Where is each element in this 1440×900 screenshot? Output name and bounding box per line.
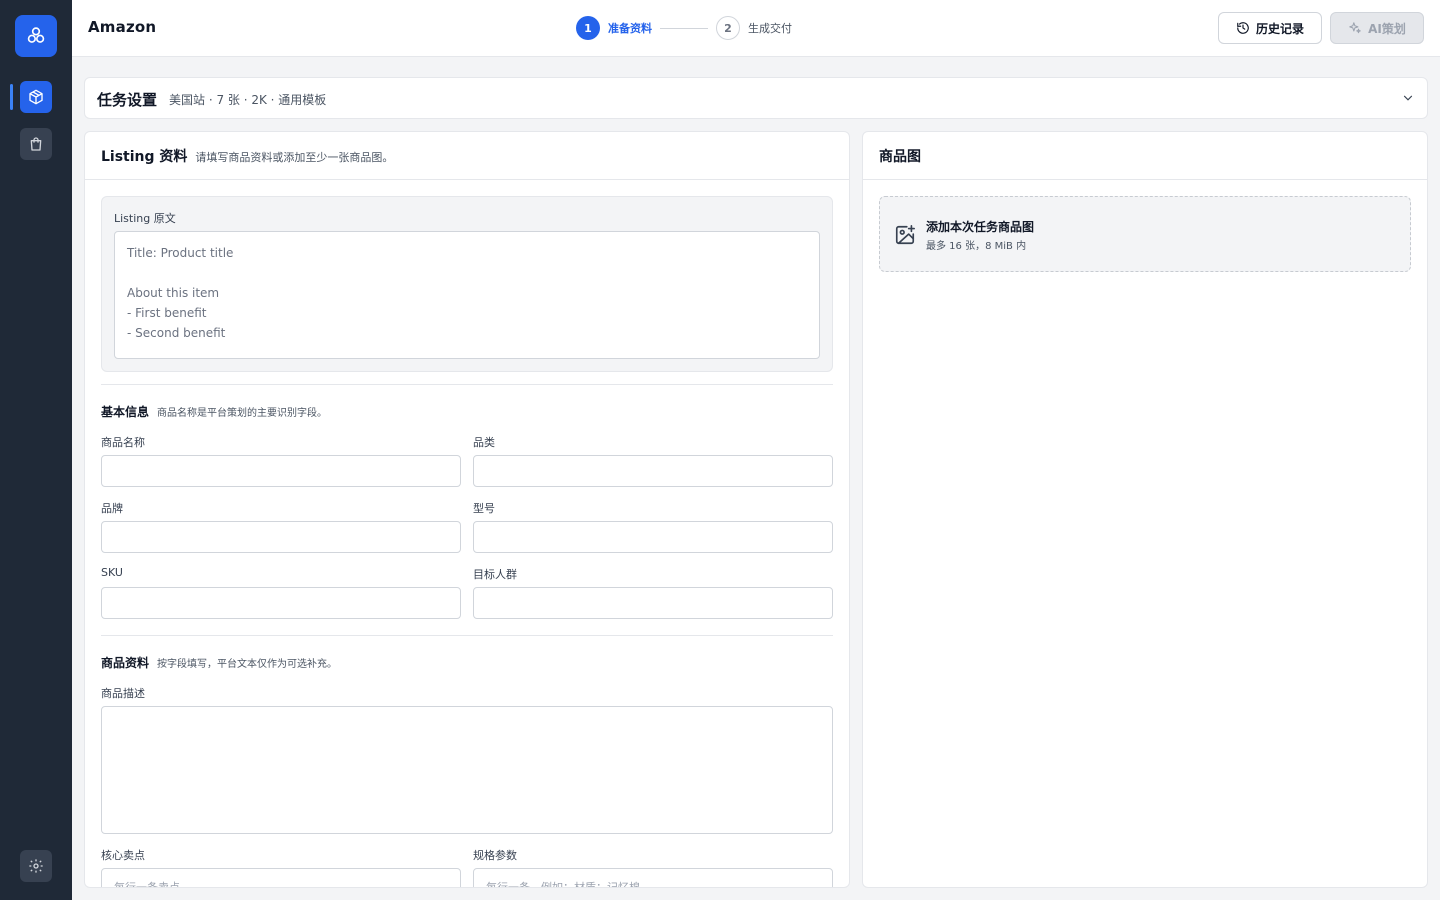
product-info-subtitle: 按字段填写，平台文本仅作为可选补充。	[157, 659, 338, 670]
product-image-panel: 商品图 添加本次任务商品图 最多 16 张，8 MiB 内	[862, 131, 1428, 888]
sku-label: SKU	[101, 566, 123, 579]
task-settings-title: 任务设置	[97, 91, 158, 109]
description-label: 商品描述	[101, 687, 145, 700]
listing-panel: Listing 资料 请填写商品资料或添加至少一张商品图。 Listing 原文…	[84, 131, 850, 888]
listing-source-label: Listing 原文	[114, 212, 176, 225]
category-input[interactable]	[473, 455, 833, 487]
chevron-down-icon[interactable]	[1401, 91, 1415, 105]
history-icon	[1237, 22, 1249, 34]
listing-panel-header: Listing 资料 请填写商品资料或添加至少一张商品图。	[85, 132, 849, 180]
upload-subtitle: 最多 16 张，8 MiB 内	[926, 241, 1027, 252]
category-label: 品类	[473, 436, 495, 449]
product-info-heading: 商品资料 按字段填写，平台文本仅作为可选补充。	[101, 654, 337, 671]
selling-points-placeholder: 每行一条卖点	[114, 881, 180, 888]
selling-points-textarea[interactable]: 每行一条卖点	[101, 868, 461, 888]
sku-input[interactable]	[101, 587, 461, 619]
history-button-label: 历史记录	[1255, 21, 1304, 36]
step-connector	[660, 27, 708, 29]
sparkle-icon	[1349, 22, 1361, 34]
image-upload-dropzone[interactable]: 添加本次任务商品图 最多 16 张，8 MiB 内	[879, 196, 1411, 272]
ai-plan-button[interactable]: AI策划	[1330, 12, 1424, 44]
target-audience-label: 目标人群	[473, 568, 517, 581]
product-name-input[interactable]	[101, 455, 461, 487]
top-bar: Amazon 1 准备资料 2 生成交付 历史记录 AI策划	[72, 0, 1440, 57]
specs-textarea[interactable]: 每行一条，例如：材质：记忆棉	[473, 868, 833, 888]
model-label: 型号	[473, 502, 495, 515]
ai-plan-button-label: AI策划	[1368, 21, 1406, 36]
target-audience-input[interactable]	[473, 587, 833, 619]
product-name-label: 商品名称	[101, 436, 145, 449]
left-rail	[0, 0, 72, 900]
history-button[interactable]: 历史记录	[1218, 12, 1322, 44]
selling-points-label: 核心卖点	[101, 849, 145, 862]
model-input[interactable]	[473, 521, 833, 553]
task-settings-summary: 美国站 · 7 张 · 2K · 通用模板	[169, 93, 327, 107]
image-panel-header: 商品图	[863, 132, 1427, 180]
rail-active-indicator	[10, 84, 13, 110]
step-1-label[interactable]: 准备资料	[608, 20, 652, 36]
stepper: 1 准备资料 2 生成交付	[576, 15, 792, 41]
basic-info-title: 基本信息	[101, 405, 150, 419]
rail-item-package[interactable]	[20, 81, 52, 113]
app-logo[interactable]	[15, 15, 57, 57]
brand-input[interactable]	[101, 521, 461, 553]
section-divider	[101, 635, 833, 636]
listing-panel-subtitle: 请填写商品资料或添加至少一张商品图。	[195, 150, 394, 164]
specs-label: 规格参数	[473, 849, 517, 862]
step-2-number[interactable]: 2	[716, 16, 740, 40]
package-icon	[29, 89, 43, 105]
gear-icon	[29, 859, 43, 873]
brand-label: 品牌	[101, 502, 123, 515]
product-info-title: 商品资料	[101, 656, 150, 670]
step-1-number[interactable]: 1	[576, 16, 600, 40]
description-textarea[interactable]	[101, 706, 833, 834]
step-2-label[interactable]: 生成交付	[748, 20, 792, 36]
flower-logo-icon	[27, 27, 45, 43]
listing-panel-title: Listing 资料	[101, 148, 188, 165]
specs-placeholder: 每行一条，例如：材质：记忆棉	[486, 881, 640, 888]
rail-settings-button[interactable]	[20, 850, 52, 882]
shopping-bag-icon	[30, 137, 42, 151]
upload-title: 添加本次任务商品图	[926, 220, 1035, 234]
basic-info-subtitle: 商品名称是平台策划的主要识别字段。	[157, 408, 328, 419]
app-title: Amazon	[88, 18, 157, 36]
section-divider	[101, 384, 833, 385]
basic-info-heading: 基本信息 商品名称是平台策划的主要识别字段。	[101, 403, 327, 420]
rail-item-shopping-bag[interactable]	[20, 128, 52, 160]
image-panel-title: 商品图	[879, 148, 921, 165]
listing-source-box: Listing 原文 Title: Product title About th…	[101, 196, 833, 372]
listing-source-textarea[interactable]: Title: Product title About this item - F…	[114, 231, 820, 359]
task-settings-bar[interactable]: 任务设置 美国站 · 7 张 · 2K · 通用模板	[84, 77, 1428, 119]
image-plus-icon	[895, 225, 915, 245]
